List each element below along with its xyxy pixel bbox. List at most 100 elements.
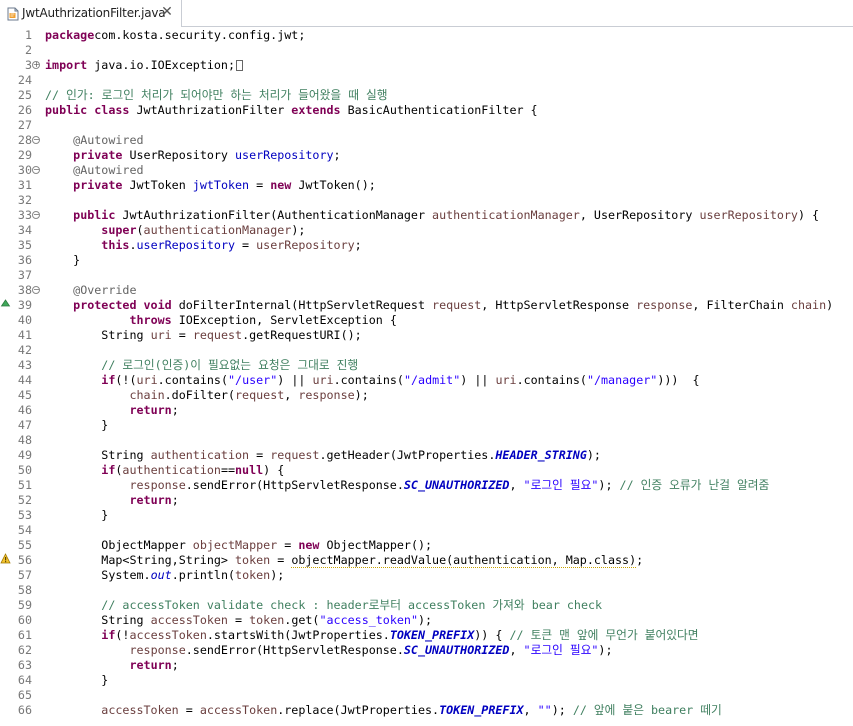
code-line[interactable]: 34 super(authenticationManager); [0,223,853,238]
code-line[interactable]: 29 private UserRepository userRepository… [0,148,853,163]
code-token: ) || [460,373,496,387]
code-line[interactable]: 60 String accessToken = token.get("acces… [0,613,853,628]
code-line[interactable]: 56 Map<String,String> token = objectMapp… [0,553,853,568]
close-icon[interactable]: ✕ [160,5,174,19]
code-token: "access_token" [319,613,418,627]
code-line[interactable]: 44 if(!(uri.contains("/user") || uri.con… [0,373,853,388]
code-line[interactable]: 63 return; [0,658,853,673]
code-line[interactable]: 59 // accessToken validate check : heade… [0,598,853,613]
code-line[interactable]: 51 response.sendError(HttpServletRespons… [0,478,853,493]
code-line[interactable]: 52 return; [0,493,853,508]
code-line[interactable]: 3 + import java.io.IOException; [0,58,853,73]
code-token: return [129,658,172,672]
code-line[interactable]: 40 throws IOException, ServletException … [0,313,853,328]
code-token: request [270,448,320,462]
code-editor[interactable]: 1 packagecom.kosta.security.config.jwt; 2 3… [0,27,853,726]
code-token: } [45,673,109,687]
line-number: 1 [24,28,32,42]
line-number: 38 [17,283,32,297]
code-line[interactable]: 65 [0,688,853,703]
code-line[interactable]: 57 System.out.println(token); [0,568,853,583]
code-line[interactable]: 41 String uri = request.getRequestURI(); [0,328,853,343]
code-token: .contains( [516,373,587,387]
code-line[interactable]: 26 public class JwtAuthrizationFilter ext… [0,103,853,118]
code-line[interactable]: 43 // 로그인(인증)이 필요없는 요청은 그대로 진행 [0,358,853,373]
code-token: if [101,463,116,477]
code-line[interactable]: 48 [0,433,853,448]
line-number: 43 [17,358,32,372]
code-token: super [101,223,137,237]
line-number: 25 [17,88,32,102]
code-line[interactable]: 64 } [0,673,853,688]
code-token: (! [115,628,130,642]
line-number: 41 [17,328,32,342]
code-line[interactable]: 31 private JwtToken jwtToken = new JwtTo… [0,178,853,193]
code-line[interactable]: 1 packagecom.kosta.security.config.jwt; [0,28,853,43]
code-token: accessToken [101,703,179,717]
code-text: Map<String,String> token = objectMapper.… [45,553,643,568]
fold-collapse-icon[interactable]: − [32,211,40,219]
code-line[interactable]: 27 [0,118,853,133]
code-line[interactable]: 55 ObjectMapper objectMapper = new Objec… [0,538,853,553]
warning-marker-icon[interactable] [0,553,11,564]
line-number: 33 [17,208,32,222]
code-line[interactable]: 39 protected void doFilterInternal(HttpS… [0,298,853,313]
code-text: } [45,673,108,688]
line-number: 40 [17,313,32,327]
code-token: request [192,328,243,342]
code-token: response [298,388,355,402]
code-token: ); [586,448,601,462]
code-text: return; [45,493,178,508]
fold-expand-icon[interactable]: + [32,61,40,69]
line-number: 66 [17,703,32,717]
code-line[interactable]: 32 [0,193,853,208]
fold-collapse-icon[interactable]: − [32,136,40,144]
code-line[interactable]: 36 } [0,253,853,268]
line-number: 45 [17,388,32,402]
fold-collapse-icon[interactable]: − [32,286,40,294]
code-token: java.io.IOException; [87,58,236,72]
code-line[interactable]: 50 if(authentication==null) { [0,463,853,478]
code-line[interactable]: 42 [0,343,853,358]
code-token: , [523,703,538,717]
code-line[interactable]: 53 } [0,508,853,523]
code-line[interactable]: 30− @Autowired [0,163,853,178]
code-token: "/admit" [403,373,461,387]
code-line[interactable]: 58 [0,583,853,598]
code-token: JwtToken(); [291,178,376,192]
tab-jwt-authrization-filter[interactable]: JwtAuthrizationFilter.java ✕ [0,0,182,27]
code-token: userRepository [235,148,334,162]
code-token: TOKEN_PREFIX [389,628,475,642]
code-token: objectMapper [192,538,278,552]
code-token: // 토큰 맨 앞에 무언가 붙어있다면 [509,628,699,642]
folded-imports-icon[interactable] [236,60,244,71]
code-line[interactable]: 24 [0,73,853,88]
code-line[interactable]: 25 // 인가: 로그인 처리가 되어야만 하는 처리가 들어왔을 때 실행 [0,88,853,103]
code-line[interactable]: 2 [0,43,853,58]
code-line[interactable]: 66 accessToken = accessToken.replace(Jwt… [0,703,853,718]
code-line[interactable]: 35 this.userRepository = userRepository; [0,238,853,253]
code-line[interactable]: 54 [0,523,853,538]
code-line[interactable]: 37 [0,268,853,283]
code-line[interactable]: 28− @Autowired [0,133,853,148]
code-line[interactable]: 47 } [0,418,853,433]
override-marker-icon[interactable] [0,298,11,309]
code-token: IOException, ServletException { [171,313,397,327]
line-number: 30 [17,163,32,177]
code-line[interactable]: 33− public JwtAuthrizationFilter(Authent… [0,208,853,223]
code-line[interactable]: 45 chain.doFilter(request, response); [0,388,853,403]
code-token: authenticationManager [143,223,292,237]
code-line[interactable]: 46 return; [0,403,853,418]
fold-collapse-icon[interactable]: − [32,166,40,174]
code-line[interactable]: 49 String authentication = request.getHe… [0,448,853,463]
line-number: 54 [17,523,32,537]
code-text: this.userRepository = userRepository; [45,238,361,253]
code-line[interactable]: 38− @Override [0,283,853,298]
code-token: JwtToken [122,178,193,192]
code-line[interactable]: 61 if(!accessToken.startsWith(JwtPropert… [0,628,853,643]
code-line[interactable]: 62 response.sendError(HttpServletRespons… [0,643,853,658]
code-token: token [249,613,285,627]
code-token: extends [291,103,341,117]
